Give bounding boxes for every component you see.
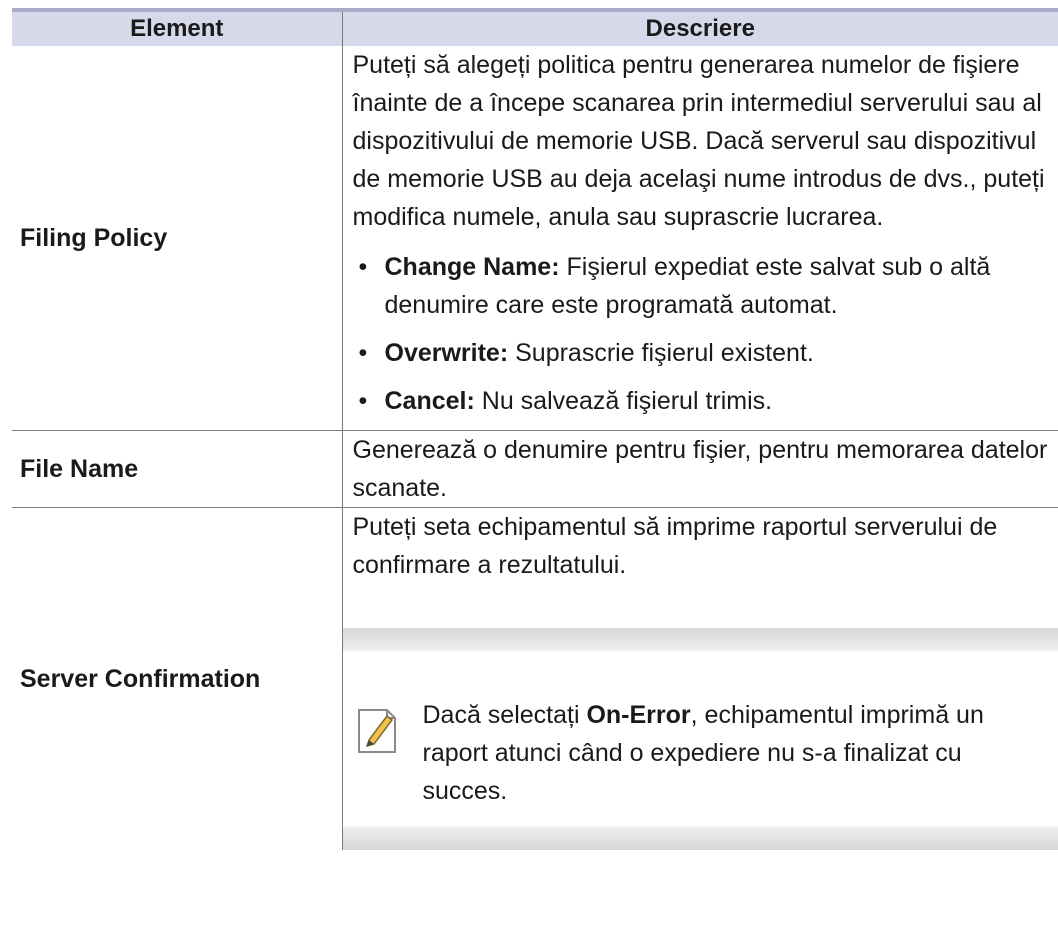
option-name: Change Name:: [384, 253, 560, 281]
settings-table: Element Descriere Filing Policy Puteți s…: [12, 8, 1058, 850]
row-description-filing-policy: Puteți să alegeți politica pentru genera…: [342, 46, 1058, 431]
list-item: Change Name: Fişierul expediat este salv…: [353, 248, 1055, 324]
row-label-file-name: File Name: [12, 430, 343, 508]
description-text: Puteți să alegeți politica pentru genera…: [352, 51, 1045, 231]
note-pencil-icon: [357, 708, 397, 754]
list-item: Overwrite: Suprascrie fişierul existent.: [353, 334, 1055, 372]
note-text: Dacă selectați On-Error, echipamentul im…: [422, 701, 984, 805]
table-header-row: Element Descriere: [12, 8, 1058, 46]
header-element: Element: [12, 8, 342, 46]
list-item: Cancel: Nu salvează fişierul trimis.: [353, 382, 1055, 420]
row-label-filing-policy: Filing Policy: [12, 46, 343, 431]
option-name: Overwrite:: [384, 339, 509, 367]
note-box: Dacă selectați On-Error, echipamentul im…: [342, 628, 1058, 850]
row-description-server-confirmation: Puteți seta echipamentul să imprime rapo…: [342, 508, 1058, 850]
option-text: Suprascrie fişierul existent.: [508, 339, 814, 367]
table-row: Server Confirmation Puteți seta echipame…: [12, 507, 1058, 850]
row-label-server-confirmation: Server Confirmation: [12, 507, 343, 850]
option-text: Nu salvează fişierul trimis.: [474, 387, 773, 415]
table-row: File Name Generează o denumire pentru fi…: [12, 430, 1058, 508]
row-description-file-name: Generează o denumire pentru fişier, pent…: [342, 430, 1058, 508]
description-text: Generează o denumire pentru fişier, pent…: [352, 436, 1048, 502]
option-name: Cancel:: [384, 387, 475, 415]
on-error-label: On-Error: [586, 701, 691, 729]
table-row: Filing Policy Puteți să alegeți politica…: [12, 46, 1058, 431]
header-description: Descriere: [341, 8, 1058, 46]
description-text: Puteți seta echipamentul să imprime rapo…: [352, 513, 998, 579]
option-list: Change Name: Fişierul expediat este salv…: [353, 248, 1055, 420]
